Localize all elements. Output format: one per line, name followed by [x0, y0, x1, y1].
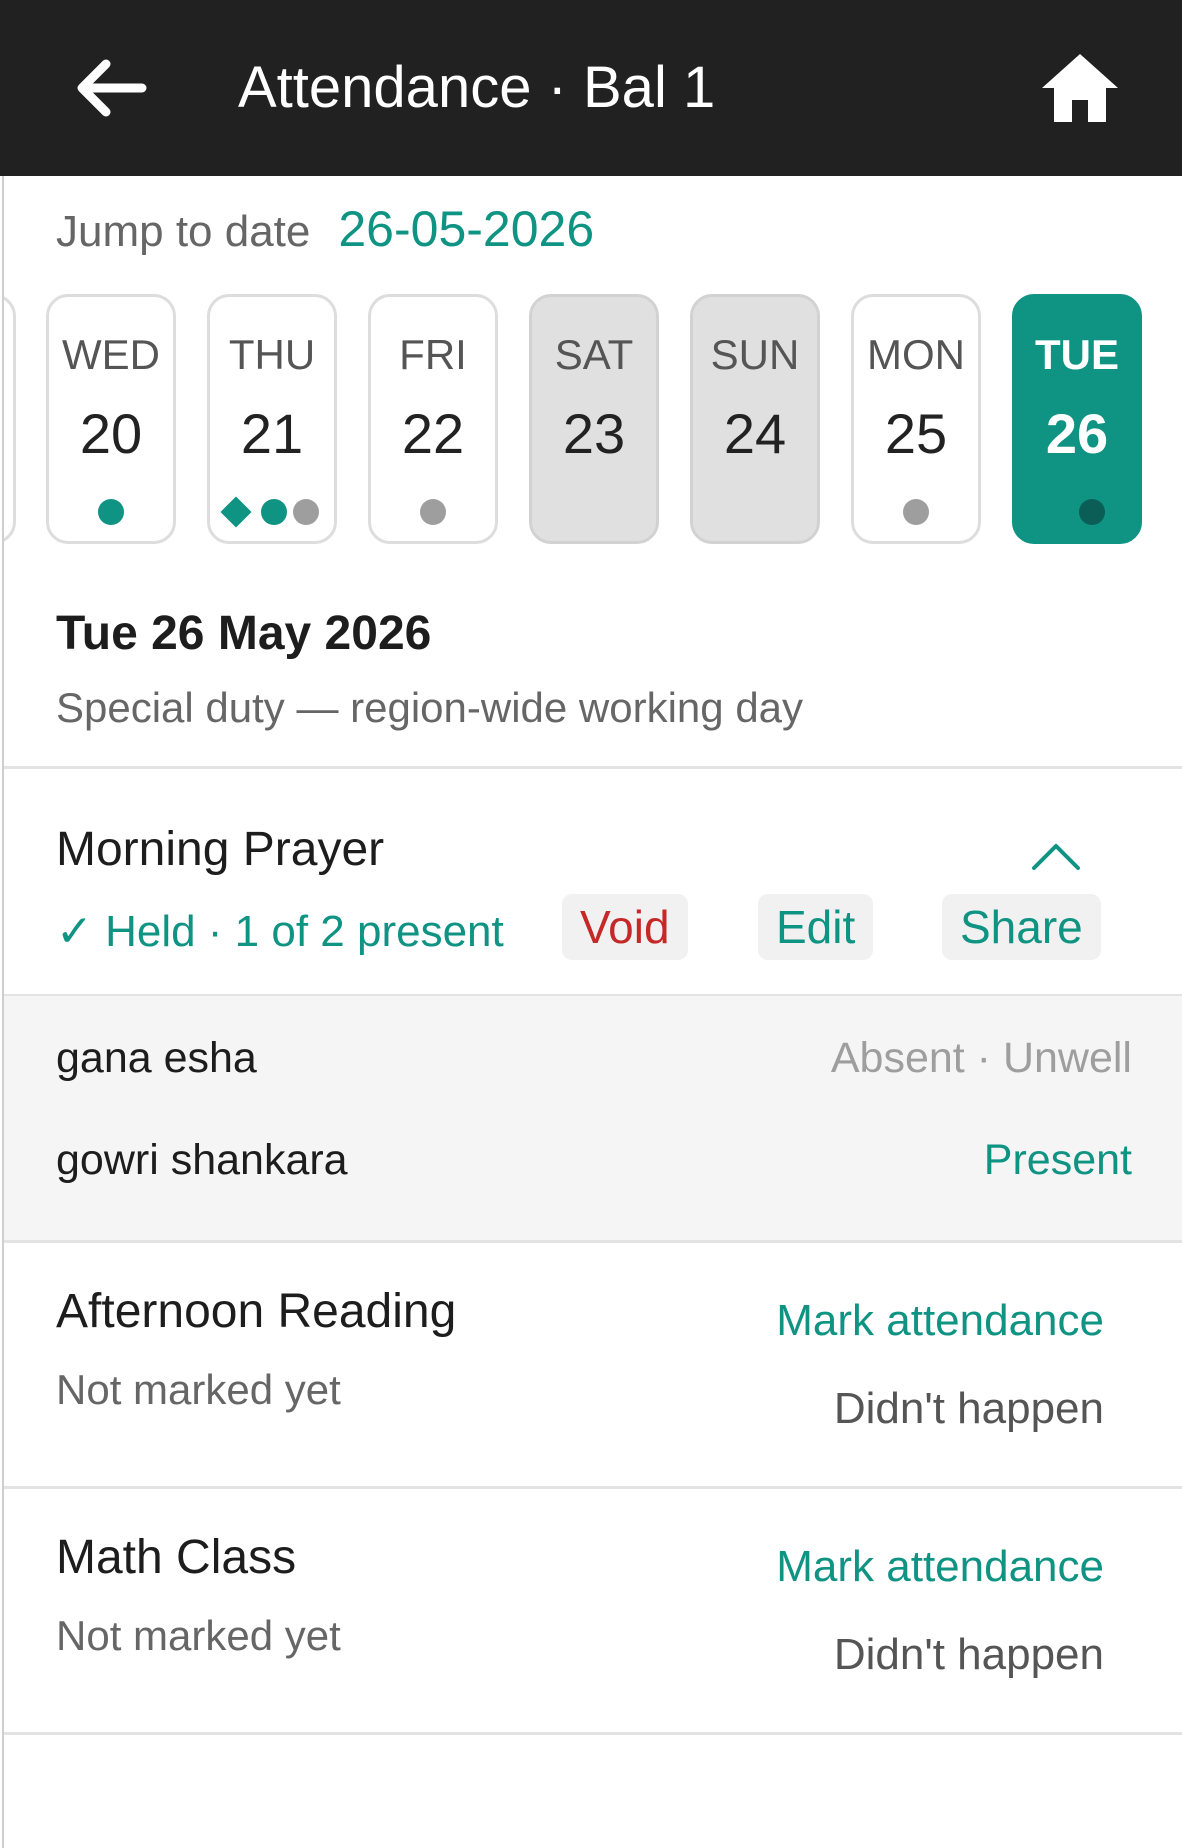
day-marks — [49, 497, 173, 527]
attendance-roster: gana esha Absent · Unwell gowri shankara… — [4, 996, 1182, 1242]
day-marks — [210, 496, 334, 528]
mark-attendance-link[interactable]: Mark attendance — [776, 1296, 1104, 1346]
jump-label: Jump to date — [56, 207, 311, 256]
day-card-thu[interactable]: THU 21 — [207, 294, 337, 544]
day-marks — [1015, 497, 1139, 527]
divider — [4, 1240, 1182, 1243]
arrow-left-icon — [77, 59, 147, 117]
void-button[interactable]: Void — [562, 894, 688, 960]
day-marks — [854, 497, 978, 527]
didnt-happen-link[interactable]: Didn't happen — [834, 1384, 1104, 1434]
status-dot-icon — [1079, 499, 1105, 525]
pending-dot-icon — [903, 499, 929, 525]
session-status: Not marked yet — [56, 1366, 341, 1413]
held-dot-icon — [261, 499, 287, 525]
session-title: Morning Prayer — [56, 823, 385, 876]
day-number: 25 — [884, 402, 948, 465]
day-card-fri[interactable]: FRI 22 — [368, 294, 498, 544]
student-name: gowri shankara — [56, 1136, 348, 1184]
held-dot-icon — [98, 499, 124, 525]
mark-attendance-link[interactable]: Mark attendance — [776, 1542, 1104, 1592]
session-status-held: ✓ Held · 1 of 2 present — [56, 907, 504, 956]
back-button[interactable] — [60, 38, 160, 138]
day-dow: SAT — [554, 331, 634, 378]
day-card-mon[interactable]: MON 25 — [851, 294, 981, 544]
home-icon — [1042, 54, 1118, 122]
divider — [4, 766, 1182, 769]
day-card-wed[interactable]: WED 20 — [46, 294, 176, 544]
student-name: gana esha — [56, 1034, 257, 1082]
pending-dot-icon — [293, 499, 319, 525]
day-number: 24 — [723, 402, 787, 465]
didnt-happen-link[interactable]: Didn't happen — [834, 1630, 1104, 1680]
special-diamond-icon — [220, 496, 252, 528]
day-marks — [371, 497, 495, 527]
day-dow: SUN — [710, 331, 800, 378]
session-title: Afternoon Reading — [56, 1285, 457, 1338]
day-card-sat[interactable]: SAT 23 — [529, 294, 659, 544]
day-number: 23 — [562, 402, 626, 465]
divider — [4, 1486, 1182, 1489]
student-status: Present — [983, 1136, 1132, 1184]
home-button[interactable] — [1030, 38, 1130, 138]
edit-button[interactable]: Edit — [758, 894, 874, 960]
share-button[interactable]: Share — [942, 894, 1101, 960]
day-dow: THU — [228, 331, 316, 378]
main-content: Jump to date 26-05-2026 WED 20 THU 21 FR… — [2, 176, 1182, 1848]
app-bar: Attendance · Bal 1 — [0, 0, 1182, 176]
pending-dot-icon — [420, 499, 446, 525]
day-card-partial[interactable] — [4, 294, 16, 544]
student-status: Absent · Unwell — [830, 1034, 1132, 1082]
session-status: Not marked yet — [56, 1612, 341, 1659]
selected-date-note: Special duty — region-wide working day — [56, 684, 804, 731]
divider — [4, 1732, 1182, 1735]
session-title: Math Class — [56, 1531, 297, 1584]
day-card-sun[interactable]: SUN 24 — [690, 294, 820, 544]
page-title: Attendance · Bal 1 — [238, 55, 716, 120]
day-strip[interactable]: WED 20 THU 21 FRI 22 SAT 23 SUN 24 MON 2… — [4, 294, 1182, 550]
day-number: 20 — [79, 402, 143, 465]
day-number: 26 — [1045, 402, 1109, 465]
day-dow: FRI — [399, 331, 467, 378]
day-number: 21 — [240, 402, 304, 465]
day-dow: WED — [62, 331, 160, 378]
day-card-tue-selected[interactable]: TUE 26 — [1012, 294, 1142, 544]
selected-date-heading: Tue 26 May 2026 — [56, 607, 432, 660]
day-dow: MON — [867, 331, 965, 378]
day-dow: TUE — [1035, 331, 1119, 378]
chevron-up-icon[interactable] — [1026, 832, 1086, 882]
jump-to-date: Jump to date 26-05-2026 — [56, 200, 594, 270]
day-number: 22 — [401, 402, 465, 465]
jump-date-value[interactable]: 26-05-2026 — [338, 200, 594, 258]
